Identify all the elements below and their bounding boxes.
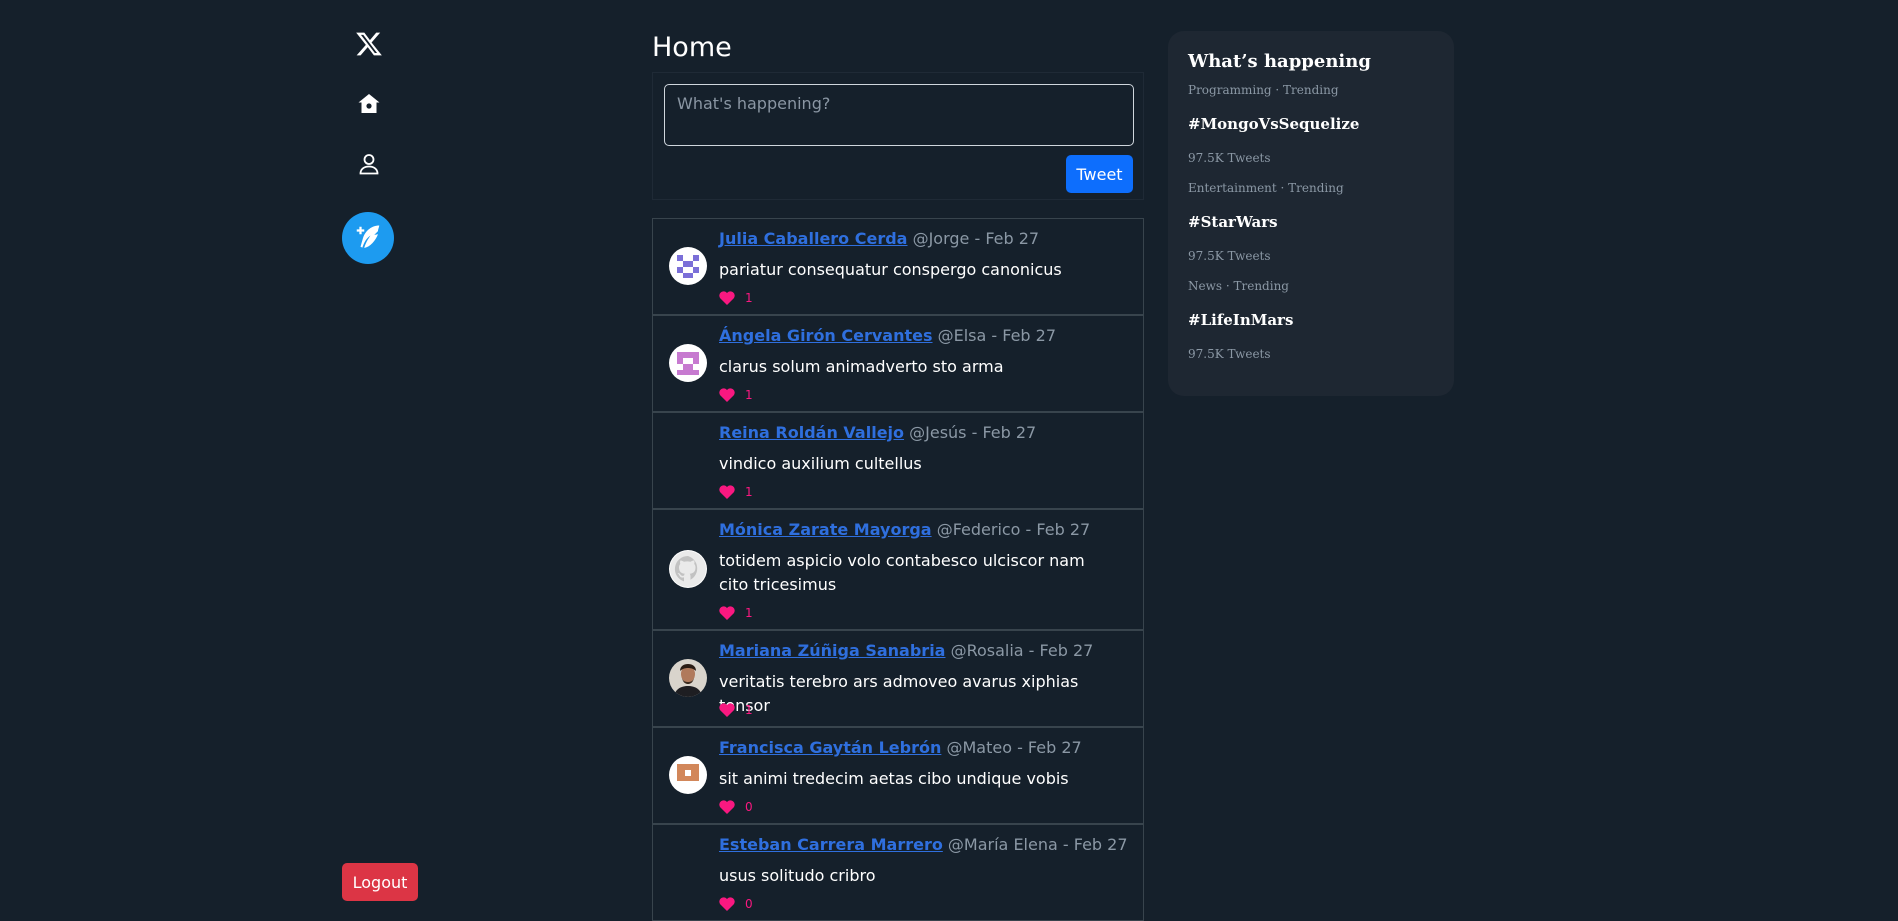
trend-item[interactable]: News · Trending #LifeInMars 97.5K Tweets (1188, 279, 1434, 361)
like-button[interactable]: 1 (719, 485, 753, 499)
tweet-composer: Tweet (652, 72, 1144, 200)
heart-icon (719, 485, 735, 499)
logout-button[interactable]: Logout (342, 863, 418, 901)
like-count: 1 (745, 703, 753, 717)
trend-category: Entertainment · Trending (1188, 181, 1344, 195)
avatar[interactable] (669, 659, 707, 697)
tweet-item: Mariana Zúñiga Sanabria @Rosalia - Feb 2… (652, 630, 1144, 727)
heart-icon (719, 800, 735, 814)
heart-icon (719, 291, 735, 305)
trends-panel: What’s happening Programming · Trending … (1168, 31, 1454, 396)
avatar[interactable] (669, 550, 707, 588)
tweet-item: Esteban Carrera Marrero @María Elena - F… (652, 824, 1144, 921)
like-button[interactable]: 0 (719, 800, 753, 814)
tweet-meta: @Jorge - Feb 27 (912, 229, 1040, 248)
like-count: 1 (745, 388, 753, 402)
tweet-text: totidem aspicio volo contabesco ulciscor… (719, 551, 1085, 594)
like-button[interactable]: 1 (719, 606, 753, 620)
avatar[interactable] (669, 756, 707, 794)
tweet-item: Julia Caballero Cerda @Jorge - Feb 27 pa… (652, 218, 1144, 315)
tweet-meta: @Federico - Feb 27 (936, 520, 1091, 539)
tweet-button[interactable]: Tweet (1066, 155, 1133, 193)
like-button[interactable]: 1 (719, 291, 753, 305)
feather-plus-icon (356, 225, 380, 248)
tweet-meta: @María Elena - Feb 27 (947, 835, 1128, 854)
compose-input[interactable] (664, 84, 1134, 146)
tweet-meta: @Jesús - Feb 27 (909, 423, 1037, 442)
tweet-item: Francisca Gaytán Lebrón @Mateo - Feb 27 … (652, 727, 1144, 824)
trend-count: 97.5K Tweets (1188, 347, 1271, 361)
tweet-author-link[interactable]: Esteban Carrera Marrero (719, 835, 943, 854)
trends-title: What’s happening (1188, 51, 1371, 72)
tweet-meta: @Elsa - Feb 27 (937, 326, 1057, 345)
trend-count: 97.5K Tweets (1188, 249, 1271, 263)
trend-hashtag: #LifeInMars (1188, 311, 1294, 329)
tweet-feed: Julia Caballero Cerda @Jorge - Feb 27 pa… (652, 218, 1144, 921)
tweet-text: vindico auxilium cultellus (719, 454, 922, 473)
trend-hashtag: #MongoVsSequelize (1188, 115, 1360, 133)
like-count: 1 (745, 606, 753, 620)
like-button[interactable]: 0 (719, 897, 753, 911)
tweet-author-link[interactable]: Julia Caballero Cerda (719, 229, 907, 248)
trend-category: News · Trending (1188, 279, 1289, 293)
heart-icon (719, 606, 735, 620)
like-count: 1 (745, 485, 753, 499)
heart-icon (719, 388, 735, 402)
tweet-meta: @Mateo - Feb 27 (946, 738, 1082, 757)
heart-icon (719, 703, 735, 717)
profile-icon[interactable] (342, 144, 396, 184)
heart-icon (719, 897, 735, 911)
like-button[interactable]: 1 (719, 388, 753, 402)
like-button[interactable]: 1 (719, 703, 753, 717)
left-sidebar (342, 0, 396, 917)
like-count: 0 (745, 897, 753, 911)
tweet-text: veritatis terebro ars admoveo avarus xip… (719, 672, 1079, 715)
trend-count: 97.5K Tweets (1188, 151, 1271, 165)
avatar[interactable] (669, 247, 707, 285)
tweet-author-link[interactable]: Reina Roldán Vallejo (719, 423, 904, 442)
tweet-text: sit animi tredecim aetas cibo undique vo… (719, 769, 1069, 788)
trend-hashtag: #StarWars (1188, 213, 1278, 231)
tweet-item: Mónica Zarate Mayorga @Federico - Feb 27… (652, 509, 1144, 630)
like-count: 1 (745, 291, 753, 305)
like-count: 0 (745, 800, 753, 814)
home-icon[interactable] (342, 84, 396, 124)
page-title: Home (652, 32, 732, 63)
tweet-item: Reina Roldán Vallejo @Jesús - Feb 27 vin… (652, 412, 1144, 509)
tweet-text: usus solitudo cribro (719, 866, 876, 885)
tweet-author-link[interactable]: Mónica Zarate Mayorga (719, 520, 932, 539)
person-photo-icon (674, 664, 702, 697)
tweet-author-link[interactable]: Francisca Gaytán Lebrón (719, 738, 941, 757)
tweet-author-link[interactable]: Mariana Zúñiga Sanabria (719, 641, 945, 660)
tweet-item: Ángela Girón Cervantes @Elsa - Feb 27 cl… (652, 315, 1144, 412)
trend-item[interactable]: Entertainment · Trending #StarWars 97.5K… (1188, 181, 1434, 263)
avatar[interactable] (669, 344, 707, 382)
tweet-text: pariatur consequatur conspergo canonicus (719, 260, 1062, 279)
github-octocat-icon (670, 551, 706, 587)
tweet-meta: @Rosalia - Feb 27 (950, 641, 1094, 660)
x-logo-icon[interactable] (342, 24, 396, 64)
compose-tweet-button[interactable] (342, 212, 394, 264)
tweet-text: clarus solum animadverto sto arma (719, 357, 1004, 376)
trend-item[interactable]: Programming · Trending #MongoVsSequelize… (1188, 83, 1434, 165)
trend-category: Programming · Trending (1188, 83, 1339, 97)
tweet-author-link[interactable]: Ángela Girón Cervantes (719, 326, 933, 345)
